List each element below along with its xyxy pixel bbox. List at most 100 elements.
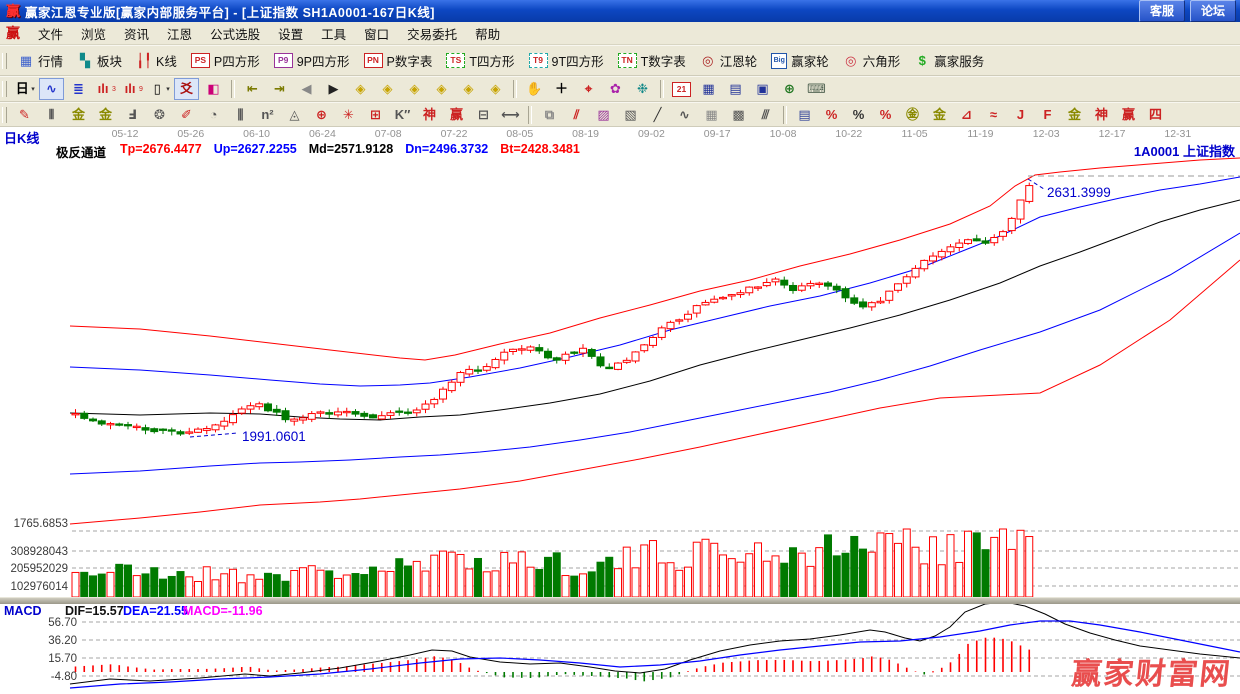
n-squared-button[interactable]: n² [255, 104, 280, 126]
hand-drag-button[interactable]: ✋ [522, 78, 547, 100]
comb-2-button[interactable]: ⫼ [228, 104, 253, 126]
compress-diamond-button[interactable]: ◈ [429, 78, 454, 100]
trend-wave-button[interactable]: ∿ [39, 78, 64, 100]
zoom-left-diamond-button[interactable]: ◈ [348, 78, 373, 100]
hexagon-button[interactable]: ◎六角形 [836, 49, 908, 72]
toolbar-grip[interactable] [2, 53, 7, 69]
full-view-diamond-button[interactable]: ◈ [483, 78, 508, 100]
spiral-button[interactable]: ❂ [147, 104, 172, 126]
brain-tool-button[interactable]: ❉ [630, 78, 655, 100]
flower-tool-button[interactable]: ✿ [603, 78, 628, 100]
winner-wheel-button[interactable]: Big赢家轮 [764, 49, 836, 72]
ray-fan-button[interactable]: ⫽ [564, 104, 589, 126]
magnifier-button[interactable]: ⌖ [576, 78, 601, 100]
grid-cross-button[interactable]: ⊞ [363, 104, 388, 126]
last-page-button[interactable]: ⇥ [267, 78, 292, 100]
grid-dense-button[interactable]: ▦ [699, 104, 724, 126]
percent-cross-button[interactable]: % [819, 104, 844, 126]
grid-fill-button[interactable]: ▩ [726, 104, 751, 126]
three-bars-button[interactable]: ılı3 [93, 78, 118, 100]
menu-公式选股[interactable]: 公式选股 [201, 22, 269, 45]
computer-button[interactable]: ⌨ [804, 78, 829, 100]
hatch-box-button[interactable]: ▨ [591, 104, 616, 126]
period-dropdown-button[interactable]: 日▾ [12, 78, 37, 100]
parallel-lines-button[interactable]: ⫻ [753, 104, 778, 126]
pen-angle-button[interactable]: ✐ [174, 104, 199, 126]
win-tool-button[interactable]: 赢 [444, 104, 469, 126]
angle-tool-button[interactable]: ⊿ [954, 104, 979, 126]
circle-cross-button[interactable]: ⊕ [309, 104, 334, 126]
gann-box-button[interactable]: ▤ [792, 104, 817, 126]
gold-line-button[interactable]: 金 [927, 104, 952, 126]
frame-tool-button[interactable]: ⧉ [537, 104, 562, 126]
toolbar-grip[interactable] [2, 107, 7, 123]
menu-窗口[interactable]: 窗口 [355, 22, 398, 45]
shen-slash-button[interactable]: 神 [1089, 104, 1114, 126]
sectors-button[interactable]: ▚板块 [70, 49, 129, 72]
wave-lines-button[interactable]: ≈ [981, 104, 1006, 126]
gold-grid-2-button[interactable]: 金 [93, 104, 118, 126]
expand-diamond-button[interactable]: ◈ [456, 78, 481, 100]
t-number-table-button[interactable]: TNT数字表 [611, 49, 693, 72]
menu-设置[interactable]: 设置 [269, 22, 312, 45]
pattern-red-button[interactable]: 爻 [174, 78, 199, 100]
pane-splitter[interactable] [0, 597, 1240, 604]
first-page-button[interactable]: ⇤ [240, 78, 265, 100]
quotes-button[interactable]: ▦行情 [11, 49, 70, 72]
gold-slash-button[interactable]: 金 [1062, 104, 1087, 126]
zoom-horizontal-diamond-button[interactable]: ◈ [402, 78, 427, 100]
forum-button[interactable]: 论坛 [1190, 0, 1236, 22]
customer-service-button[interactable]: 客服 [1139, 0, 1185, 22]
info-list-button[interactable]: ≣ [66, 78, 91, 100]
toolbar-grip[interactable] [2, 81, 7, 97]
star-rays-button[interactable]: ✳ [336, 104, 361, 126]
t-square-button[interactable]: TST四方形 [439, 49, 521, 72]
four-slash-button[interactable]: 四 [1143, 104, 1168, 126]
winner-service-button[interactable]: $赢家服务 [907, 49, 991, 72]
histogram-color-button[interactable]: ◧ [201, 78, 226, 100]
web-mail-button[interactable]: ⊕ [777, 78, 802, 100]
gann-wheel-button[interactable]: ◎江恩轮 [693, 49, 765, 72]
percent-button[interactable]: % [846, 104, 871, 126]
menu-资讯[interactable]: 资讯 [115, 22, 158, 45]
gold-circle-button[interactable]: ㊎ [900, 104, 925, 126]
triangle-ruler-button[interactable]: ◬ [282, 104, 307, 126]
trend-line-button[interactable]: ╱ [645, 104, 670, 126]
page-left-button[interactable]: ◀ [294, 78, 319, 100]
calculator-button[interactable]: ▦ [696, 78, 721, 100]
grid-123-button[interactable]: ⊟ [471, 104, 496, 126]
menu-江恩[interactable]: 江恩 [158, 22, 201, 45]
f-tool-button[interactable]: Ⅎ [120, 104, 145, 126]
comb-1-button[interactable]: ⫴ [39, 104, 64, 126]
percent-line-button[interactable]: % [873, 104, 898, 126]
shen-tool-button[interactable]: 神 [417, 104, 442, 126]
h-span-button[interactable]: ⟷ [498, 104, 523, 126]
zigzag-button[interactable]: ∿ [672, 104, 697, 126]
9t-square-button[interactable]: T99T四方形 [522, 49, 611, 72]
f-line-button[interactable]: F [1035, 104, 1060, 126]
p-number-table-button[interactable]: PNP数字表 [357, 49, 440, 72]
calendar-21-button[interactable]: 21 [669, 78, 694, 100]
save-disk-button[interactable]: ▣ [750, 78, 775, 100]
menu-帮助[interactable]: 帮助 [466, 22, 509, 45]
nine-bars-button[interactable]: ılı9 [120, 78, 145, 100]
zoom-right-diamond-button[interactable]: ◈ [375, 78, 400, 100]
draw-pen-button[interactable]: ✎ [12, 104, 37, 126]
notepad-button[interactable]: ▤ [723, 78, 748, 100]
page-right-button[interactable]: ▶ [321, 78, 346, 100]
9p-square-button[interactable]: P99P四方形 [267, 49, 357, 72]
hatch-box-2-button[interactable]: ▧ [618, 104, 643, 126]
k-marks-button[interactable]: Κ″ [390, 104, 415, 126]
menu-工具[interactable]: 工具 [312, 22, 355, 45]
kline-button[interactable]: ╽╿K线 [129, 49, 184, 72]
menu-文件[interactable]: 文件 [29, 22, 72, 45]
menu-浏览[interactable]: 浏览 [72, 22, 115, 45]
time-circle-button[interactable]: ◔ [201, 104, 226, 126]
j-line-button[interactable]: J [1008, 104, 1033, 126]
p-square-button[interactable]: PSP四方形 [184, 49, 267, 72]
crosshair-button[interactable]: ＋ [549, 78, 574, 100]
candle-style-dropdown-button[interactable]: ▯▾ [147, 78, 172, 100]
win-slash-button[interactable]: 赢 [1116, 104, 1141, 126]
gold-grid-1-button[interactable]: 金 [66, 104, 91, 126]
menu-交易委托[interactable]: 交易委托 [398, 22, 466, 45]
